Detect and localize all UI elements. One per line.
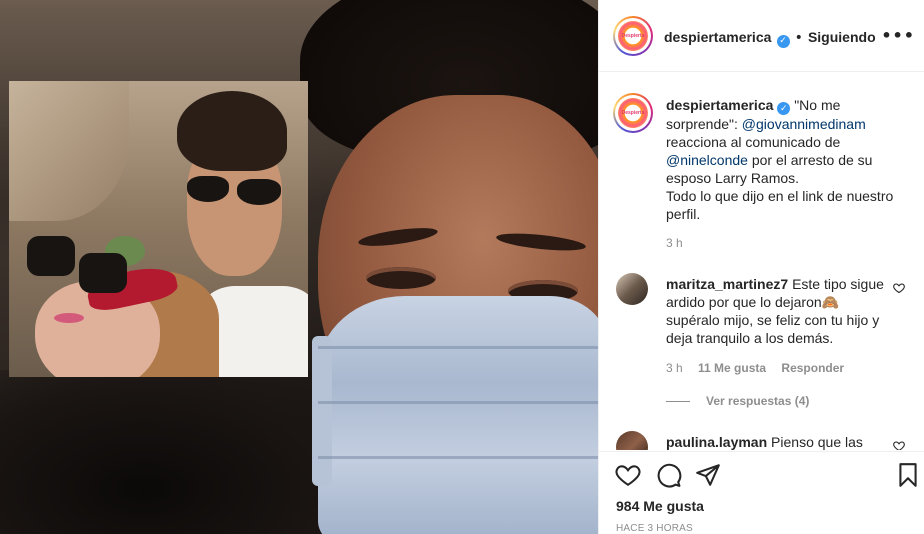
post-media[interactable] — [0, 0, 598, 534]
post-actions: 984 Me gusta HACE 3 HORAS — [599, 451, 924, 534]
comment-time[interactable]: 3 h — [666, 361, 683, 375]
face-mask — [312, 296, 598, 534]
header-title: despiertamerica ✓ • Siguiendo — [664, 27, 876, 48]
following-button[interactable]: Siguiendo — [808, 29, 876, 45]
avatar-inner: Despierta — [615, 95, 651, 131]
view-replies-button[interactable]: Ver respuestas (4) — [666, 394, 809, 408]
view-replies-label: Ver respuestas (4) — [706, 394, 810, 408]
commenter-avatar[interactable] — [616, 431, 648, 450]
caption-body: despiertamerica ✓ "No me sorprende": @gi… — [666, 96, 914, 187]
caption-line2: Todo lo que dijo en el link de nuestro p… — [666, 188, 894, 222]
inset-woman-sunglasses — [27, 236, 75, 276]
comment-icon[interactable] — [656, 462, 682, 488]
verified-badge-icon: ✓ — [777, 102, 791, 115]
background-shadow — [0, 370, 360, 534]
comment-meta: 3 h 11 Me gusta Responder — [666, 361, 844, 375]
mention-link[interactable]: @giovannimedinam — [742, 116, 866, 132]
rock — [9, 81, 129, 221]
like-comment-heart-icon[interactable] — [893, 282, 905, 294]
left-brow — [357, 224, 439, 250]
inset-man-sunglasses — [237, 179, 281, 205]
verified-badge-icon: ✓ — [776, 35, 790, 48]
share-icon[interactable] — [695, 462, 721, 488]
right-brow — [495, 230, 587, 254]
left-eye — [366, 267, 436, 289]
caption-username[interactable]: despiertamerica — [666, 97, 773, 113]
commenter-avatar[interactable] — [616, 273, 648, 305]
inset-man-hair — [177, 91, 287, 171]
inset-woman-lips — [54, 313, 84, 323]
like-comment-heart-icon[interactable] — [893, 440, 905, 450]
replies-line — [666, 401, 690, 403]
posted-time[interactable]: HACE 3 HORAS — [616, 523, 693, 534]
mention-link[interactable]: @ninelconde — [666, 152, 748, 168]
mask-pleat — [318, 456, 598, 459]
post-side-panel: Despierta despiertamerica ✓ • Siguiendo … — [598, 0, 924, 534]
logo-text: Despierta — [621, 110, 645, 116]
author-username[interactable]: despiertamerica — [664, 29, 771, 45]
despierta-america-logo: Despierta — [618, 98, 648, 128]
logo-text: Despierta — [621, 33, 645, 39]
likes-count[interactable]: 984 Me gusta — [616, 498, 704, 514]
caption-time[interactable]: 3 h — [666, 236, 683, 250]
inset-man-sunglasses — [187, 176, 229, 202]
reply-button[interactable]: Responder — [781, 361, 844, 375]
comment-text: Pienso que las — [771, 434, 863, 450]
caption-part2: reacciona al comunicado de — [666, 134, 841, 150]
comment-username[interactable]: paulina.layman — [666, 434, 767, 450]
more-options-icon[interactable]: ••• — [881, 26, 915, 45]
caption: despiertamerica ✓ "No me sorprende": @gi… — [666, 96, 914, 223]
author-avatar[interactable]: Despierta — [613, 16, 653, 56]
bookmark-icon[interactable] — [895, 462, 921, 488]
inset-photo — [9, 81, 308, 377]
caption-author-avatar[interactable]: Despierta — [613, 93, 653, 133]
mask-pleat — [318, 346, 598, 349]
separator-dot: • — [794, 30, 803, 46]
mask-pleat — [318, 401, 598, 404]
like-heart-icon[interactable] — [615, 462, 641, 488]
inset-woman-sunglasses — [79, 253, 127, 293]
mask-strap — [312, 336, 332, 486]
comment: paulina.layman Pienso que las — [666, 433, 891, 450]
avatar-inner: Despierta — [615, 18, 651, 54]
comment-username[interactable]: maritza_martinez7 — [666, 276, 788, 292]
comment: maritza_martinez7 Este tipo sigue ardido… — [666, 275, 891, 347]
comments-list[interactable]: Despierta despiertamerica ✓ "No me sorpr… — [599, 73, 924, 450]
despierta-america-logo: Despierta — [618, 21, 648, 51]
post-header: Despierta despiertamerica ✓ • Siguiendo … — [599, 0, 924, 72]
comment-likes[interactable]: 11 Me gusta — [698, 361, 766, 375]
